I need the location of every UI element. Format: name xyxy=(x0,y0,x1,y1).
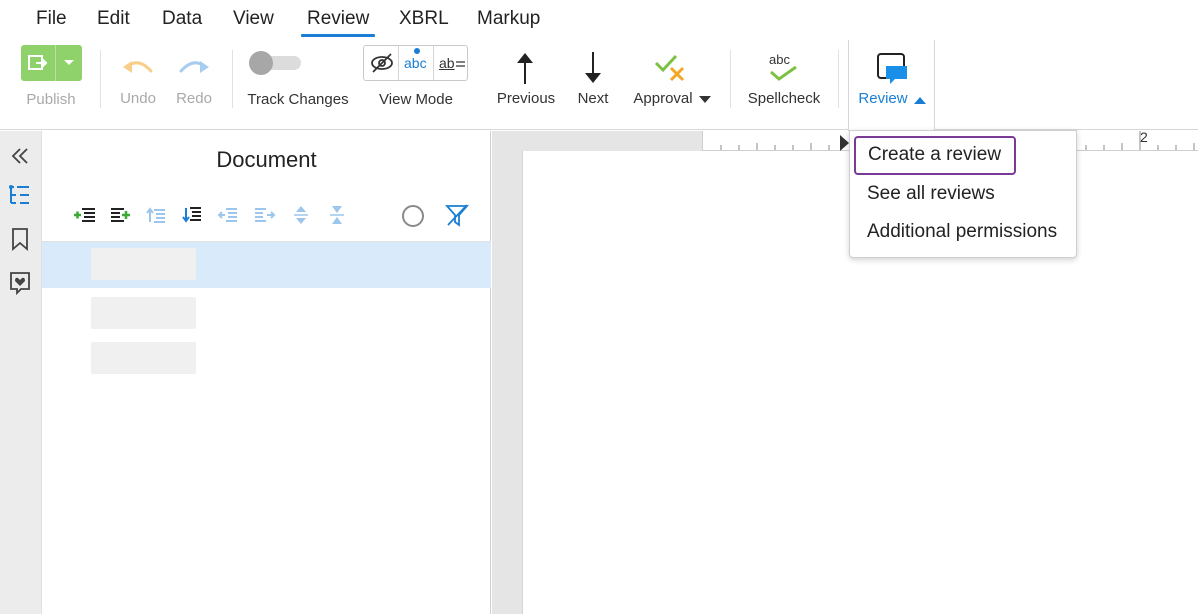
menu-markup[interactable]: Markup xyxy=(477,8,540,30)
ruler-mark-label: 2 xyxy=(1140,129,1148,145)
chevron-up-icon xyxy=(914,97,926,104)
view-mode-markup-button[interactable]: abc xyxy=(399,46,434,80)
move-up-icon[interactable] xyxy=(145,203,169,227)
lines-icon xyxy=(456,61,465,69)
menu-item-additional-permissions[interactable]: Additional permissions xyxy=(867,221,1057,243)
spellcheck-label: Spellcheck xyxy=(748,90,821,107)
track-changes-label: Track Changes xyxy=(247,91,348,108)
eye-slash-icon xyxy=(370,52,394,74)
redo-label: Redo xyxy=(176,90,212,107)
menu-edit[interactable]: Edit xyxy=(97,8,130,30)
outline-item-placeholder[interactable] xyxy=(91,342,196,374)
chevron-down-icon xyxy=(63,59,75,67)
collapse-chevrons-icon[interactable] xyxy=(7,143,33,169)
view-mode-hidden-button[interactable] xyxy=(364,46,399,80)
collapse-all-icon[interactable] xyxy=(325,203,349,227)
approval-icon[interactable] xyxy=(654,53,688,83)
review-dropdown-button[interactable]: Review xyxy=(848,40,935,131)
outline-item-placeholder[interactable] xyxy=(91,248,196,280)
outline-item-placeholder[interactable] xyxy=(91,297,196,329)
outdent-icon[interactable] xyxy=(217,203,241,227)
arrow-up-icon[interactable] xyxy=(514,51,536,85)
outline-tree-icon[interactable] xyxy=(7,183,33,209)
indent-icon[interactable] xyxy=(253,203,277,227)
arrow-down-icon[interactable] xyxy=(582,51,604,85)
track-changes-toggle[interactable] xyxy=(250,56,301,70)
view-mode-final-button[interactable]: ab xyxy=(434,46,469,80)
redo-icon[interactable] xyxy=(177,57,211,81)
move-down-icon[interactable] xyxy=(181,203,205,227)
view-mode-abc: abc xyxy=(404,55,427,71)
menu-data[interactable]: Data xyxy=(162,8,202,30)
menu-view[interactable]: View xyxy=(233,8,274,30)
document-outline-panel: Document xyxy=(42,131,491,614)
menu-bar: File Edit Data View Review XBRL Markup xyxy=(0,0,1198,40)
menu-item-create-review[interactable]: Create a review xyxy=(854,136,1016,175)
document-canvas: 2 xyxy=(492,131,1198,614)
undo-icon[interactable] xyxy=(121,57,155,81)
chevron-down-icon xyxy=(699,96,711,104)
view-mode-label: View Mode xyxy=(379,91,453,108)
expand-all-icon[interactable] xyxy=(289,203,313,227)
menu-file[interactable]: File xyxy=(36,8,67,30)
spellcheck-icon[interactable] xyxy=(768,66,800,82)
review-label: Review xyxy=(858,90,907,107)
add-before-icon[interactable] xyxy=(73,203,97,227)
view-mode-group: abc ab xyxy=(363,45,468,81)
spellcheck-abc: abc xyxy=(769,52,790,67)
bookmark-icon[interactable] xyxy=(7,226,33,252)
status-circle-icon[interactable] xyxy=(401,203,425,227)
publish-icon xyxy=(28,53,50,73)
favorites-heart-icon[interactable] xyxy=(7,269,33,295)
filter-clear-icon[interactable] xyxy=(445,203,469,227)
publish-label: Publish xyxy=(26,91,75,108)
publish-split-button[interactable] xyxy=(21,45,82,81)
ribbon-toolbar: Publish Undo Redo Track Changes abc ab xyxy=(0,40,1198,130)
undo-label: Undo xyxy=(120,90,156,107)
review-dropdown-menu: Create a review See all reviews Addition… xyxy=(849,130,1077,258)
next-label: Next xyxy=(578,90,609,107)
menu-item-see-all-reviews[interactable]: See all reviews xyxy=(867,183,995,205)
view-mode-ab: ab xyxy=(439,55,455,71)
menu-xbrl[interactable]: XBRL xyxy=(399,8,449,30)
panel-title: Document xyxy=(42,147,491,173)
approval-label[interactable]: Approval xyxy=(633,90,692,107)
left-rail xyxy=(0,131,42,614)
menu-review[interactable]: Review xyxy=(307,8,369,30)
previous-label: Previous xyxy=(497,90,555,107)
toggle-knob xyxy=(249,51,273,75)
markup-dot-icon xyxy=(414,48,420,54)
add-after-icon[interactable] xyxy=(109,203,133,227)
comment-icon xyxy=(876,52,910,86)
